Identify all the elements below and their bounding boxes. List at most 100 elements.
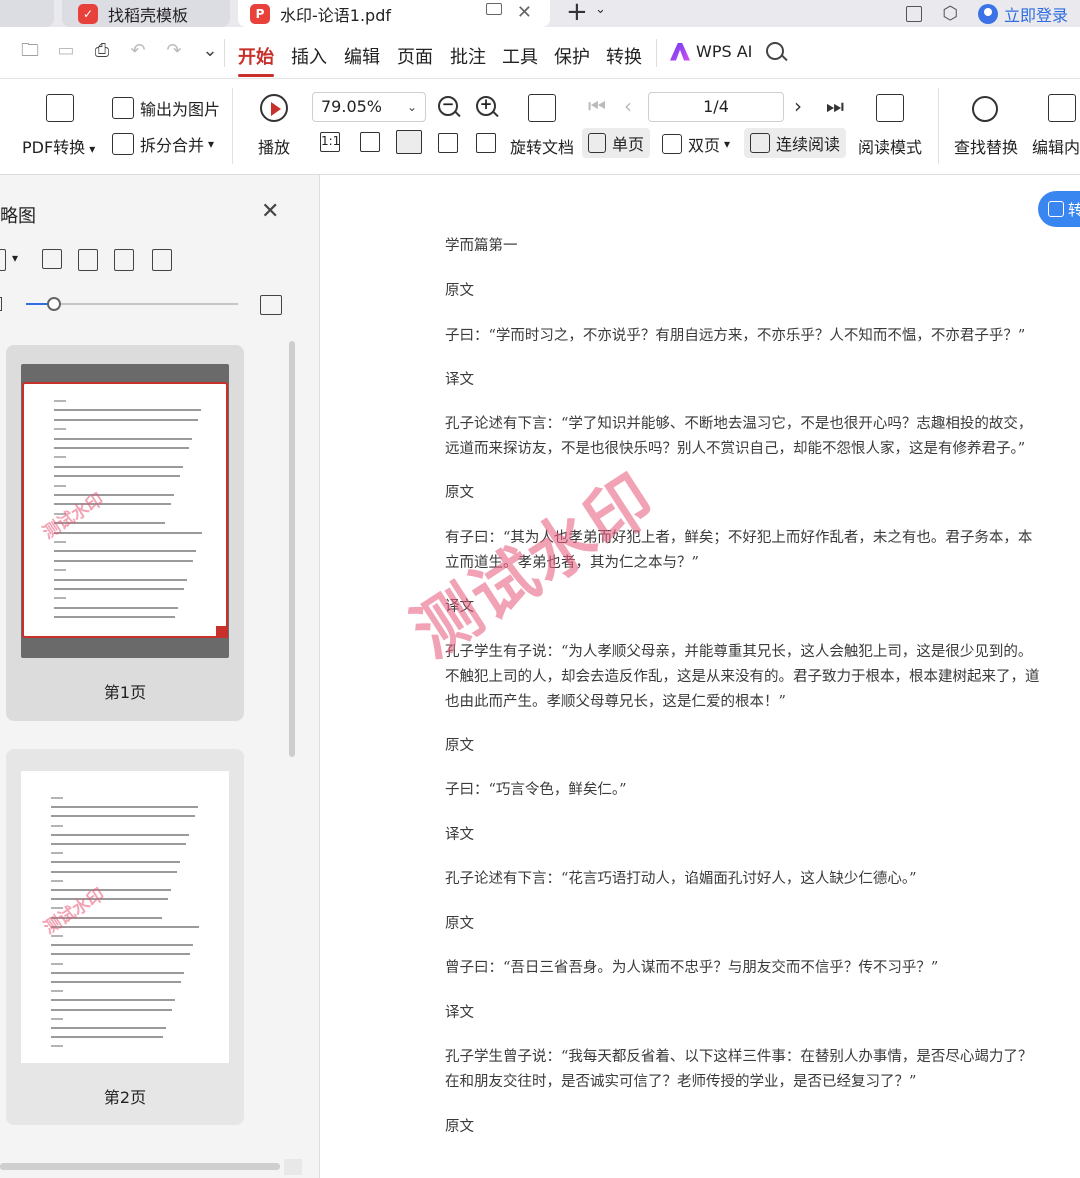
new-tab-icon[interactable]: + — [566, 0, 588, 27]
pdf-convert-button[interactable]: PDF转换 — [22, 134, 95, 158]
divider — [224, 39, 225, 67]
rotate-left-icon[interactable] — [438, 133, 458, 153]
thumbnail-text-line — [51, 1045, 63, 1048]
delete-page-icon[interactable] — [78, 249, 98, 271]
thumbnail-text-line — [54, 456, 66, 459]
insert-page-icon[interactable] — [42, 249, 62, 269]
replace-page-icon[interactable] — [152, 249, 172, 271]
tab-label: 水印-论语1.pdf — [280, 5, 391, 25]
thumbnail-text-line — [51, 953, 190, 956]
chevron-down-icon[interactable]: ⌄ — [595, 2, 606, 17]
thumbnail-page-content: 测试水印 — [21, 771, 229, 1063]
thumbnail-scrollbar[interactable] — [289, 341, 295, 757]
close-panel-icon[interactable]: ✕ — [261, 199, 279, 224]
thumbnail-text-line — [54, 484, 66, 487]
convert-float-button[interactable]: 转 — [1038, 191, 1080, 227]
image-icon[interactable] — [260, 295, 282, 315]
open-folder-icon[interactable]: 🗀 — [20, 41, 40, 61]
book-icon — [876, 94, 904, 122]
chevron-down-icon[interactable]: ▾ — [12, 251, 18, 265]
wps-ai-label: WPS AI — [696, 42, 753, 61]
redo-icon[interactable]: ↷ — [164, 41, 184, 61]
doc-paragraph: 孔子论述有下言：“学了知识并能够、不断地去温习它，不是也很开心吗？志趣相投的故交… — [445, 416, 1033, 457]
thumbnail-text-line — [54, 606, 178, 609]
menu-home[interactable]: 开始 — [238, 43, 274, 69]
zoom-out-icon[interactable]: − — [438, 95, 458, 116]
menu-insert[interactable]: 插入 — [291, 43, 327, 69]
fit-width-icon[interactable] — [396, 130, 422, 154]
zoom-value: 79.05% — [321, 97, 383, 116]
page-number-input[interactable]: 1/4 — [648, 92, 784, 122]
menu-tools[interactable]: 工具 — [502, 43, 538, 69]
next-page-icon[interactable]: › — [794, 94, 802, 118]
play-button[interactable]: 播放 — [258, 134, 290, 158]
rotate-document-button[interactable]: 旋转文档 — [510, 134, 574, 158]
wps-ai-button[interactable]: WPS AI — [670, 42, 752, 61]
screen-icon[interactable] — [486, 3, 502, 15]
double-page-button[interactable]: 双页 — [662, 132, 730, 156]
cube-icon[interactable]: ⬡ — [942, 3, 958, 24]
document-view[interactable]: 转 学而篇第一 原文 子曰：“学而时习之，不亦说乎？有朋自远方来，不亦乐乎？人不… — [321, 175, 1080, 1178]
pdf-convert-icon — [46, 94, 74, 122]
undo-icon[interactable]: ↶ — [128, 41, 148, 61]
thumbnail-text-line — [51, 843, 186, 845]
menu-edit[interactable]: 编辑 — [344, 43, 380, 69]
print-icon[interactable]: ⎙ — [92, 41, 112, 61]
menu-convert[interactable]: 转换 — [606, 43, 642, 69]
continuous-read-button[interactable]: 连续阅读 — [744, 128, 847, 158]
scroll-corner — [284, 1159, 302, 1175]
single-page-button[interactable]: 单页 — [582, 128, 651, 158]
menu-page[interactable]: 页面 — [397, 43, 433, 69]
chevron-down-icon[interactable]: ⌄ — [200, 41, 220, 61]
edit-content-button[interactable]: 编辑内 — [1032, 134, 1080, 158]
tab-docer-templates[interactable]: ✓ 找稻壳模板 — [62, 0, 230, 27]
thumbnail-text-line — [54, 569, 66, 572]
doc-paragraph: 孔子学生曾子说：“我每天都反省着、以下这样三件事：在替别人办事情，是否尽心竭力了… — [445, 1049, 1033, 1090]
close-tab-icon[interactable]: ✕ — [517, 2, 532, 23]
panel-menu-icon[interactable] — [0, 249, 6, 271]
zoom-select[interactable]: 79.05% ⌄ — [312, 92, 426, 122]
fit-page-icon[interactable] — [360, 132, 380, 152]
actual-size-icon[interactable]: 1:1 — [320, 132, 340, 152]
search-icon[interactable] — [766, 42, 784, 60]
thumbnail-text-line — [51, 815, 195, 818]
export-image-button[interactable]: 输出为图片 — [112, 96, 220, 120]
find-replace-button[interactable]: 查找替换 — [954, 134, 1018, 158]
thumbnail-text-line — [51, 1008, 172, 1011]
thumbnail-text-line — [51, 1027, 166, 1029]
tab-current-pdf[interactable]: P 水印-论语1.pdf ✕ — [238, 0, 550, 27]
thumbnail-text-line — [54, 447, 189, 449]
tab-partial[interactable] — [0, 0, 54, 27]
thumbnail-size-slider-handle[interactable] — [47, 297, 61, 311]
split-merge-button[interactable]: 拆分合并 — [112, 132, 214, 156]
ribbon-toolbar: PDF转换 输出为图片 拆分合并 播放 79.05% ⌄ − + 1:1 旋转文… — [0, 80, 1080, 175]
divider — [232, 88, 233, 164]
thumbnail-text-line — [51, 1017, 63, 1020]
login-button[interactable]: 立即登录 — [977, 2, 1068, 26]
thumbnail-text-line — [54, 437, 192, 440]
horizontal-scrollbar[interactable] — [0, 1163, 280, 1170]
wps-pdf-window: ✓ 找稻壳模板 P 水印-论语1.pdf ✕ + ⌄ ⬡ 立即登录 🗀 ▭ ⎙ … — [0, 0, 1080, 1178]
zoom-in-icon[interactable]: + — [476, 95, 496, 116]
first-page-icon[interactable]: ⏮ — [588, 94, 606, 118]
doc-paragraph: 原文 — [445, 738, 474, 754]
extract-page-icon[interactable] — [114, 249, 134, 271]
rotate-document-icon — [528, 94, 556, 122]
thumbnail-text-line — [51, 944, 193, 947]
save-icon[interactable]: ▭ — [56, 41, 76, 61]
thumbnail-text-line — [51, 925, 199, 928]
rotate-right-icon[interactable] — [476, 133, 496, 153]
thumbnail-page-1[interactable]: 测试水印 第1页 — [6, 345, 244, 721]
window-icon[interactable] — [906, 5, 923, 22]
image-export-icon — [112, 97, 134, 119]
read-mode-button[interactable]: 阅读模式 — [858, 134, 922, 158]
thumbnail-page-2[interactable]: 测试水印 第2页 — [6, 749, 244, 1125]
menu-annotate[interactable]: 批注 — [450, 43, 486, 69]
menu-protect[interactable]: 保护 — [554, 43, 590, 69]
last-page-icon[interactable]: ⏭ — [826, 94, 844, 118]
doc-paragraph: 译文 — [445, 827, 474, 843]
convert-float-label: 转 — [1068, 200, 1080, 219]
previous-page-icon[interactable]: ‹ — [624, 94, 632, 118]
double-page-label: 双页 — [688, 136, 721, 155]
pdf-logo-icon: P — [250, 3, 270, 24]
